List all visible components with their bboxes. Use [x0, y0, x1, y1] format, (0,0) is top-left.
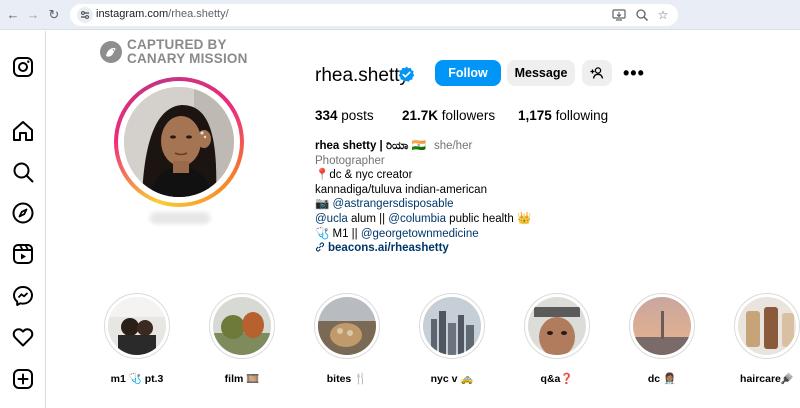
bio-mention-link[interactable]: @astrangersdisposable: [333, 198, 454, 210]
highlight-label: dc 👩🏽‍⚕️: [647, 373, 677, 385]
url-text: instagram.com/rhea.shetty/: [96, 8, 229, 20]
highlight-label: film 🎞️: [224, 373, 260, 385]
highlight-thumbnail: [318, 297, 376, 355]
highlight-thumbnail: [108, 297, 166, 355]
canary-mission-watermark: CAPTURED BY CANARY MISSION: [100, 38, 260, 68]
highlight-label: m1 🩺 pt.3: [110, 373, 164, 385]
profile-avatar[interactable]: [124, 87, 234, 197]
highlight-item[interactable]: dc 👩🏽‍⚕️: [629, 293, 699, 393]
blurred-highlight-label: [150, 212, 210, 224]
browser-toolbar: ← → ↻ instagram.com/rhea.shetty/ ☆: [0, 0, 800, 30]
back-icon[interactable]: ←: [5, 7, 21, 23]
highlight-item[interactable]: m1 🩺 pt.3: [104, 293, 174, 393]
highlight-thumbnail: [633, 297, 691, 355]
reload-icon[interactable]: ↻: [46, 7, 62, 23]
add-person-icon: [590, 67, 604, 79]
watermark-text: CAPTURED BY CANARY MISSION: [127, 37, 248, 66]
bio-line: 📍dc & nyc creator: [315, 169, 413, 182]
highlight-item[interactable]: nyc v 🚕: [419, 293, 489, 393]
site-info-icon[interactable]: [77, 7, 93, 23]
highlight-item[interactable]: bites 🍴: [314, 293, 384, 393]
address-bar[interactable]: instagram.com/rhea.shetty/ ☆: [70, 4, 678, 26]
highlight-item[interactable]: film 🎞️: [209, 293, 279, 393]
sidebar-nav: [0, 31, 46, 408]
link-icon: [315, 242, 325, 252]
zoom-icon[interactable]: [635, 8, 649, 22]
home-icon[interactable]: [11, 119, 35, 143]
install-app-icon[interactable]: [612, 8, 626, 22]
message-button[interactable]: Message: [507, 60, 575, 86]
profile-username: rhea.shetty: [315, 65, 409, 86]
highlight-item[interactable]: q&a❓: [524, 293, 594, 393]
search-icon[interactable]: [11, 160, 35, 184]
verified-badge-icon: [398, 66, 415, 82]
bio-mention-link[interactable]: @georgetownmedicine: [361, 228, 479, 240]
followers-count[interactable]: 21.7K followers: [402, 108, 495, 123]
profile-avatar-ring[interactable]: [114, 77, 244, 207]
bio-full-name: rhea shetty | ರಿಯಾ 🇮🇳: [315, 140, 426, 152]
forward-icon[interactable]: →: [25, 7, 41, 23]
highlight-label: nyc v 🚕: [430, 373, 474, 385]
create-icon[interactable]: [11, 367, 35, 391]
highlight-thumbnail: [423, 297, 481, 355]
suggested-accounts-button[interactable]: [582, 60, 612, 86]
highlight-label: q&a❓: [540, 373, 574, 385]
more-options-icon[interactable]: •••: [623, 63, 645, 84]
profile-main: CAPTURED BY CANARY MISSION rhea.shetty F…: [47, 31, 800, 408]
reels-icon[interactable]: [11, 242, 35, 266]
bio-line: kannadiga/tuluva indian-american: [315, 183, 487, 196]
messenger-icon[interactable]: [11, 284, 35, 308]
highlight-label: haircare🪮: [740, 373, 794, 385]
highlight-label: bites 🍴: [326, 373, 368, 385]
notifications-heart-icon[interactable]: [11, 325, 35, 349]
canary-bird-icon: [100, 41, 122, 63]
highlight-item[interactable]: haircare🪮: [734, 293, 800, 393]
bookmark-star-icon[interactable]: ☆: [656, 8, 670, 22]
follow-button[interactable]: Follow: [435, 60, 501, 86]
bio-mention-link[interactable]: @ucla: [315, 213, 348, 225]
following-count[interactable]: 1,175 following: [518, 108, 608, 123]
bio-mention-link[interactable]: @columbia: [388, 213, 446, 225]
instagram-logo-icon[interactable]: [11, 55, 35, 79]
highlight-thumbnail: [528, 297, 586, 355]
explore-icon[interactable]: [11, 201, 35, 225]
posts-count: 334 posts: [315, 108, 374, 123]
profile-bio: rhea shetty | ರಿಯಾ 🇮🇳 she/her Photographe…: [315, 139, 715, 256]
bio-pronouns: she/her: [433, 140, 473, 152]
bio-category: Photographer: [315, 154, 385, 167]
highlight-thumbnail: [738, 297, 796, 355]
highlight-thumbnail: [213, 297, 271, 355]
bio-website-link[interactable]: beacons.ai/rheashetty: [315, 241, 715, 256]
